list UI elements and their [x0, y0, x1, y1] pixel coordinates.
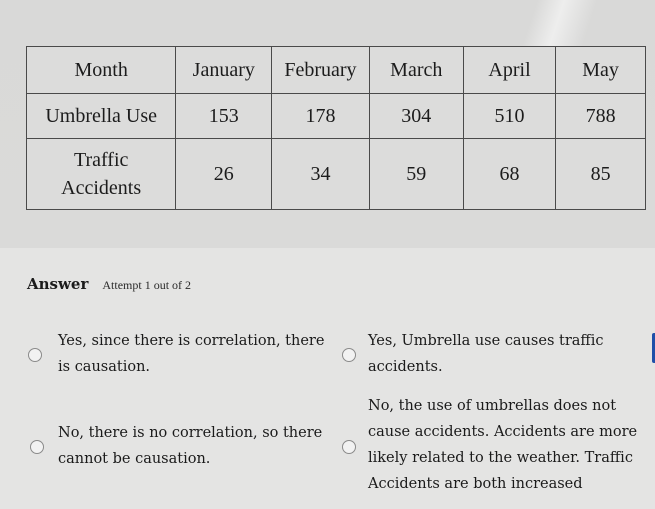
radio-option-a[interactable]	[28, 348, 42, 362]
header-cell: March	[368, 46, 464, 94]
option-text: Yes, Umbrella use causes traffic acciden…	[368, 328, 638, 380]
option-line: is causation.	[58, 359, 151, 375]
option-line: Yes, Umbrella use causes traffic	[368, 333, 604, 349]
option-line: No, the use of umbrellas does not	[368, 398, 617, 414]
table-cell: 26	[175, 138, 273, 210]
option-line: likely related to the weather. Traffic	[368, 450, 633, 466]
header-cell: April	[462, 46, 557, 94]
option-line: cause accidents. Accidents are more	[368, 424, 638, 440]
option-line: Yes, since there is correlation, there	[58, 333, 325, 349]
table-cell: 510	[462, 93, 557, 139]
option-text: Yes, since there is correlation, there i…	[58, 328, 338, 380]
option-line: No, there is no correlation, so there	[58, 425, 323, 441]
table-cell: 34	[271, 138, 370, 210]
header-cell: Month	[25, 46, 177, 94]
attempt-counter: Attempt 1 out of 2	[102, 278, 192, 292]
radio-option-d[interactable]	[342, 440, 356, 454]
option-line: Accidents are both increased	[368, 476, 583, 492]
table-cell: 178	[271, 93, 370, 139]
table-cell: 304	[368, 93, 464, 139]
option-line: accidents.	[368, 359, 443, 375]
table-cell: 59	[368, 138, 464, 210]
radio-option-c[interactable]	[30, 440, 44, 454]
radio-option-b[interactable]	[342, 348, 356, 362]
table-cell: 68	[462, 138, 557, 210]
row-label: Umbrella Use	[25, 93, 177, 139]
table-cell: 153	[175, 93, 273, 139]
option-text: No, there is no correlation, so there ca…	[58, 420, 338, 472]
header-cell: February	[271, 46, 370, 94]
table-row: Umbrella Use 153 178 304 510 788	[25, 93, 646, 139]
table-header-row: Month January February March April May	[25, 46, 646, 94]
table-cell: 788	[555, 93, 646, 139]
header-cell: May	[555, 46, 646, 94]
row-label-line: Accidents	[61, 177, 142, 199]
table-cell: 85	[555, 138, 646, 210]
answer-heading: Answer Attempt 1 out of 2	[27, 275, 191, 293]
data-table: Month January February March April May U…	[25, 46, 646, 210]
table-row: Traffic Accidents 26 34 59 68 85	[25, 138, 646, 210]
row-label-line: Traffic	[73, 149, 129, 171]
row-label: Traffic Accidents	[25, 138, 177, 210]
option-text: No, the use of umbrellas does not cause …	[368, 393, 655, 497]
option-line: cannot be causation.	[58, 451, 211, 467]
answer-label: Answer	[27, 275, 89, 293]
header-cell: January	[175, 46, 273, 94]
